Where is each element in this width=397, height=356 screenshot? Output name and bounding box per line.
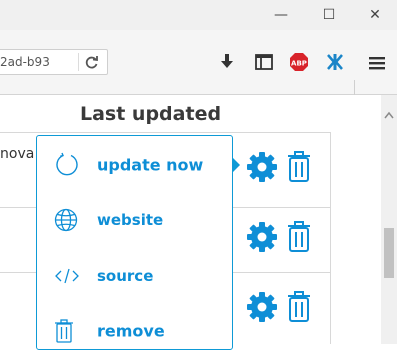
menu-item-website[interactable]: website (37, 195, 232, 245)
gear-icon[interactable] (246, 291, 278, 323)
close-button[interactable]: ✕ (353, 0, 397, 30)
trash-icon[interactable] (287, 291, 311, 323)
vertical-scrollbar[interactable] (381, 95, 397, 344)
menu-item-remove[interactable]: remove (37, 306, 232, 356)
extension-icon[interactable] (326, 53, 344, 71)
menu-item-update-now[interactable]: update now (37, 140, 232, 190)
reload-icon[interactable] (84, 54, 100, 70)
adblock-plus-icon[interactable]: ABP (289, 52, 309, 72)
maximize-button[interactable]: ☐ (307, 0, 351, 30)
menu-label: remove (97, 321, 165, 341)
download-icon[interactable] (219, 53, 235, 71)
script-actions-popup: update now website source remove (36, 135, 233, 350)
url-text: 2ad-b93 (0, 55, 50, 69)
urlbar-separator (78, 53, 79, 71)
svg-text:ABP: ABP (291, 60, 307, 68)
window-titlebar: — ☐ ✕ (0, 0, 397, 30)
menu-icon[interactable] (368, 55, 386, 71)
code-icon (55, 268, 79, 284)
globe-icon (54, 208, 78, 232)
row-text: noval (0, 146, 34, 162)
minimize-button[interactable]: — (259, 0, 303, 30)
popup-pointer-arrow (232, 157, 240, 173)
scrollbar-thumb[interactable] (384, 228, 394, 278)
address-bar[interactable]: 2ad-b93 (0, 49, 108, 75)
refresh-icon (56, 152, 78, 176)
column-header-last-updated: Last updated (80, 103, 222, 125)
browser-toolbar: 2ad-b93 ABP (0, 30, 397, 100)
trash-icon[interactable] (287, 221, 311, 253)
menu-label: website (97, 211, 164, 229)
menu-item-source[interactable]: source (37, 251, 232, 301)
sidebar-icon[interactable] (255, 54, 273, 70)
trash-icon (55, 319, 73, 343)
menu-label: update now (97, 155, 204, 175)
menu-label: source (97, 267, 154, 285)
gear-icon[interactable] (246, 221, 278, 253)
gear-icon[interactable] (246, 151, 278, 183)
trash-icon[interactable] (287, 151, 311, 183)
scroll-up-arrow-icon[interactable] (384, 111, 394, 119)
